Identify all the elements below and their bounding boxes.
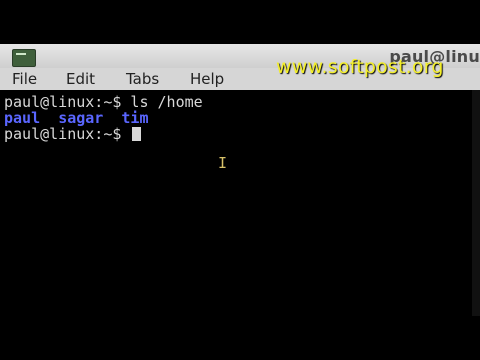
output-line: paul sagar tim xyxy=(4,110,149,126)
menu-help[interactable]: Help xyxy=(190,70,224,88)
terminal-area[interactable]: paul@linux:~$ ls /home paul sagar tim pa… xyxy=(0,90,472,316)
command-line: paul@linux:~$ ls /home xyxy=(4,93,203,111)
i-beam-cursor-icon: I xyxy=(218,154,228,172)
menu-tabs[interactable]: Tabs xyxy=(126,70,159,88)
terminal-icon xyxy=(12,49,36,67)
terminal-window: paul@linu File Edit Tabs Help paul@linux… xyxy=(0,44,480,316)
menu-edit[interactable]: Edit xyxy=(66,70,95,88)
menu-file[interactable]: File xyxy=(12,70,37,88)
prompt-line: paul@linux:~$ xyxy=(4,125,142,143)
watermark: www.softpost.org xyxy=(276,56,444,78)
text-cursor xyxy=(132,127,142,141)
prompt: paul@linux:~$ xyxy=(4,125,131,143)
scrollbar[interactable] xyxy=(472,90,480,316)
